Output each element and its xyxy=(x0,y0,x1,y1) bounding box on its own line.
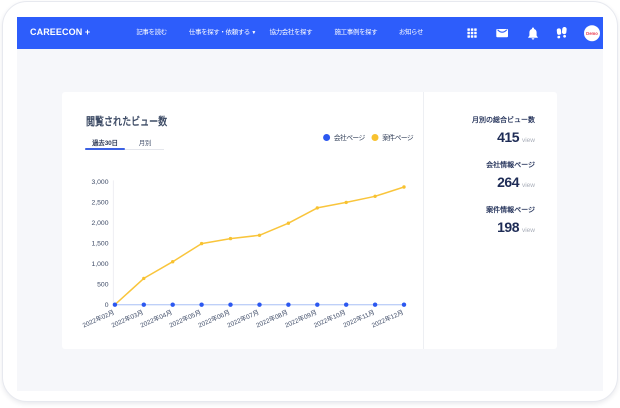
svg-text:Demo: Demo xyxy=(586,31,598,36)
svg-text:会社ページ: 会社ページ xyxy=(334,133,366,142)
svg-text:2022年06月: 2022年06月 xyxy=(196,307,231,329)
svg-text:2022年12月: 2022年12月 xyxy=(370,307,405,329)
svg-text:2022年02月: 2022年02月 xyxy=(81,307,116,329)
svg-text:2022年10月: 2022年10月 xyxy=(312,307,347,329)
svg-text:2022年11月: 2022年11月 xyxy=(342,307,376,329)
svg-text:1,500: 1,500 xyxy=(91,240,108,247)
svg-text:3,000: 3,000 xyxy=(91,179,108,186)
svg-text:2,500: 2,500 xyxy=(91,199,108,206)
svg-text:2022年08月: 2022年08月 xyxy=(254,307,289,329)
svg-text:500: 500 xyxy=(97,281,109,288)
svg-text:2022年09月: 2022年09月 xyxy=(283,307,318,329)
svg-text:2022年03月: 2022年03月 xyxy=(110,307,145,329)
svg-text:2,000: 2,000 xyxy=(91,220,108,227)
svg-text:1,000: 1,000 xyxy=(91,261,108,268)
svg-text:2022年05月: 2022年05月 xyxy=(168,307,203,329)
svg-text:案件ページ: 案件ページ xyxy=(382,133,414,142)
svg-text:2022年04月: 2022年04月 xyxy=(139,307,174,329)
svg-text:0: 0 xyxy=(105,302,109,309)
svg-text:2022年07月: 2022年07月 xyxy=(225,307,260,329)
